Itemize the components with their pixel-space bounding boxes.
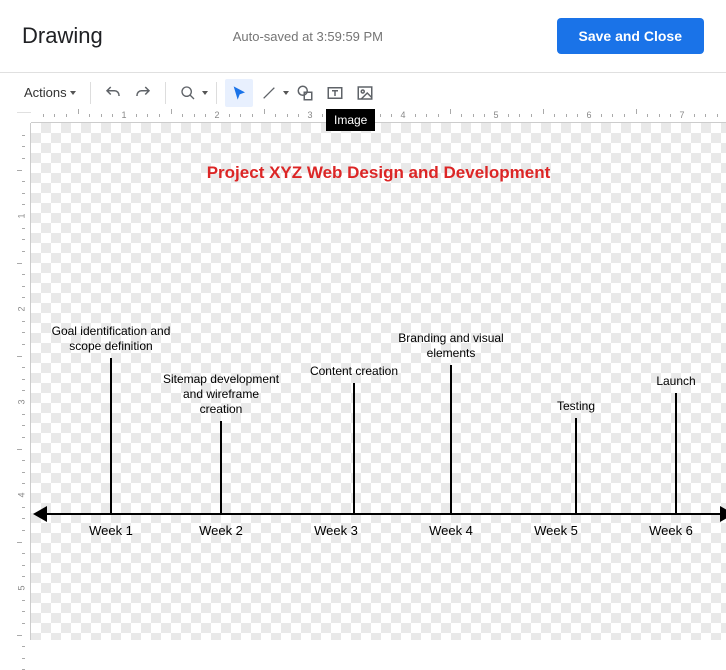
shape-tool-button[interactable] [291,79,319,107]
ruler-number: 4 [400,110,405,120]
ruler-number: 2 [17,306,27,311]
milestone-stem [575,418,577,513]
milestone-label: Branding and visual elements [391,331,511,361]
vertical-ruler: 1 2 3 4 5 [17,123,31,640]
ruler-number: 4 [17,492,27,497]
milestone: Launch [616,374,726,513]
axis-tick-label: Week 4 [429,523,473,538]
select-tool-button[interactable] [225,79,253,107]
dialog-header: Drawing Auto-saved at 3:59:59 PM Save an… [0,0,726,73]
axis-tick-label: Week 2 [199,523,243,538]
milestone-stem [353,383,355,513]
line-tool-menu[interactable] [255,79,289,107]
ruler-number: 1 [17,213,27,218]
zoom-menu[interactable] [174,79,208,107]
milestone-label: Sitemap development and wireframe creati… [161,372,281,417]
dialog-title: Drawing [22,23,103,49]
redo-button[interactable] [129,79,157,107]
line-icon [255,79,283,107]
left-margin [0,109,17,640]
ruler-number: 5 [17,585,27,590]
axis-tick-label: Week 1 [89,523,133,538]
milestone-stem [110,358,112,513]
image-tool-button[interactable] [351,79,379,107]
drawing-canvas[interactable]: Project XYZ Web Design and Development G… [31,123,726,640]
milestone-label: Goal identification and scope definition [51,324,171,354]
milestone: Goal identification and scope definition [51,324,171,513]
axis-tick-label: Week 3 [314,523,358,538]
ruler-number: 3 [307,110,312,120]
ruler-number: 5 [493,110,498,120]
actions-menu-button[interactable]: Actions [18,81,82,104]
caret-down-icon [202,91,208,95]
ruler-number: 3 [17,399,27,404]
milestone: Sitemap development and wireframe creati… [161,372,281,513]
drawing-title-text: Project XYZ Web Design and Development [31,163,726,183]
milestone-stem [450,365,452,513]
ruler-number: 6 [586,110,591,120]
milestone-stem [675,393,677,513]
ruler-number: 2 [214,110,219,120]
horizontal-ruler: 1 2 3 4 5 6 7 [31,109,726,123]
autosave-status: Auto-saved at 3:59:59 PM [233,29,383,44]
axis-tick-label: Week 5 [534,523,578,538]
milestone: Branding and visual elements [391,331,511,513]
ruler-number: 7 [679,110,684,120]
zoom-icon [174,79,202,107]
milestone-label: Launch [616,374,726,389]
undo-button[interactable] [99,79,127,107]
caret-down-icon [283,91,289,95]
toolbar: Actions [0,73,726,113]
tooltip: Image [326,109,375,131]
separator [165,82,166,104]
caret-down-icon [70,91,76,95]
ruler-number: 1 [121,110,126,120]
save-and-close-button[interactable]: Save and Close [557,18,705,54]
separator [90,82,91,104]
milestone-stem [220,421,222,513]
textbox-tool-button[interactable] [321,79,349,107]
separator [216,82,217,104]
timeline: Goal identification and scope definition… [31,323,726,533]
axis-tick-label: Week 6 [649,523,693,538]
timeline-axis [45,513,724,515]
actions-label: Actions [24,85,67,100]
